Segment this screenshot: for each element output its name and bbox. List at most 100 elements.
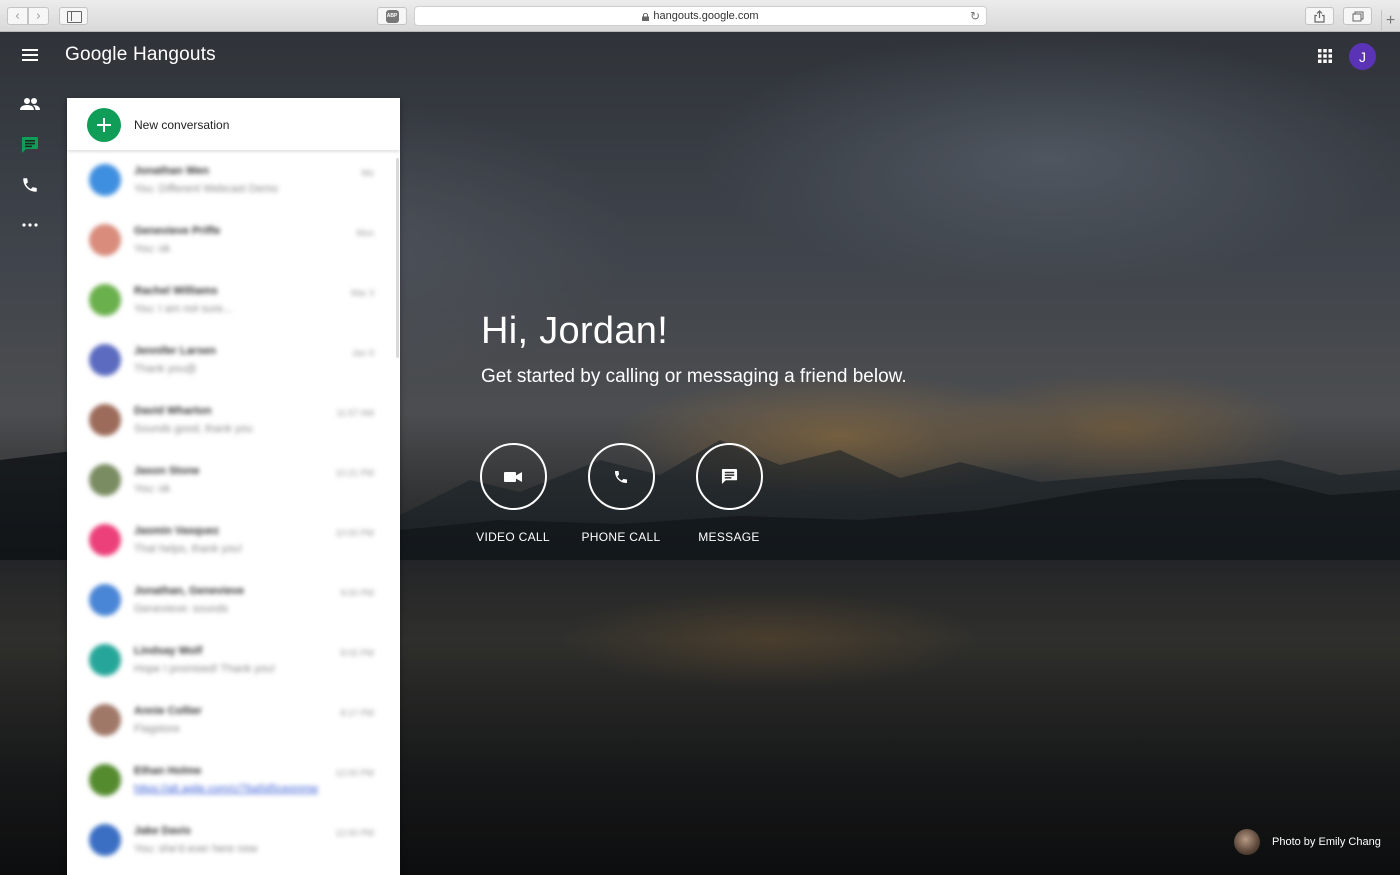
contact-avatar — [89, 284, 121, 316]
more-horiz-icon — [22, 223, 38, 227]
message-button[interactable]: MESSAGE — [684, 443, 774, 544]
conversation-item[interactable]: Jonathan Wen You: Different Webcast Demo M… — [67, 150, 400, 210]
contact-avatar — [89, 404, 121, 436]
conversation-list: Jonathan Wen You: Different Webcast Demo M… — [67, 150, 400, 870]
contact-avatar — [89, 344, 121, 376]
contact-name: Rachel Williams — [134, 285, 218, 297]
new-tab-button[interactable]: + — [1381, 10, 1399, 32]
contact-name: Jennifer Larsen — [134, 345, 216, 357]
message-time: Mar 3 — [350, 288, 374, 298]
back-button[interactable]: ‹ — [7, 7, 28, 25]
message-time: Mo — [361, 168, 374, 178]
panel-scrollbar[interactable] — [396, 158, 399, 358]
share-icon — [1314, 9, 1325, 23]
forward-button[interactable]: › — [28, 7, 49, 25]
contact-name: Jonathan, Genevieve — [134, 585, 245, 597]
message-snippet: Sounds good, thank you — [134, 423, 253, 435]
message-time: 11:57 AM — [336, 408, 374, 418]
conversation-item-content: Rachel Williams You: I am not sure... Mar … — [67, 270, 400, 330]
conversation-item[interactable]: Ethan Holme https://alt.agile.com/c/7ba5d… — [67, 750, 400, 810]
conversation-item[interactable]: Jonathan, Genevieve Genevieve: sounds 9:00… — [67, 570, 400, 630]
conversation-item-content: Lindsay Wolf Hope I promised! Thank you! 8… — [67, 630, 400, 690]
conversation-item[interactable]: Jake Davis You: she'd ever here now 12:00 … — [67, 810, 400, 870]
address-bar[interactable]: hangouts.google.com ↻ — [414, 6, 987, 26]
people-icon — [20, 98, 40, 110]
contact-name: Annie Collier — [134, 705, 202, 717]
rail-conversations[interactable] — [18, 133, 42, 157]
reload-icon[interactable]: ↻ — [970, 9, 980, 23]
chat-icon — [22, 137, 38, 153]
contact-name: Jonathan Wen — [134, 165, 209, 177]
conversation-item[interactable]: Jason Stone You: ok 10:21 PM — [67, 450, 400, 510]
contact-avatar — [89, 224, 121, 256]
new-conversation-button[interactable]: New conversation — [67, 98, 400, 150]
adblock-icon: ABP — [385, 9, 399, 23]
apps-grid-icon[interactable] — [1317, 48, 1333, 64]
conversation-item[interactable]: Jennifer Larsen Thank you@ Jan 9 — [67, 330, 400, 390]
greeting-heading: Hi, Jordan! — [481, 310, 669, 352]
message-snippet: Flagstore — [134, 723, 180, 735]
message-snippet[interactable]: https://alt.agile.com/c/7ba5d5ceonmw — [134, 783, 318, 795]
rail-more[interactable] — [18, 213, 42, 237]
message-label: MESSAGE — [698, 530, 760, 544]
contact-avatar — [89, 584, 121, 616]
message-time: Jan 9 — [351, 348, 374, 358]
conversation-item-content: Jason Stone You: ok 10:21 PM — [67, 450, 400, 510]
account-avatar[interactable]: J — [1349, 43, 1376, 70]
conversation-item[interactable]: Annie Collier Flagstore 8:17 PM — [67, 690, 400, 750]
videocam-icon — [504, 471, 522, 482]
adblock-button[interactable]: ABP — [377, 7, 407, 25]
plus-icon: + — [1385, 12, 1396, 29]
message-snippet: Thank you@ — [134, 363, 197, 375]
photo-credit[interactable]: Photo by Emily Chang — [1234, 829, 1381, 855]
forward-arrow-icon: › — [35, 8, 42, 24]
message-time: 9:00 PM — [340, 588, 374, 598]
conversation-item-content: Jake Davis You: she'd ever here now 12:00 … — [67, 810, 400, 870]
app-title: Google Hangouts — [65, 44, 216, 65]
conversation-item-content: Genevieve Priffe You: ok Mon — [67, 210, 400, 270]
contact-name: Jake Davis — [134, 825, 191, 837]
message-snippet: You: ok — [134, 483, 171, 495]
conversation-item[interactable]: David Wharton Sounds good, thank you 11:57… — [67, 390, 400, 450]
message-snippet: You: Different Webcast Demo — [134, 183, 279, 195]
contact-name: Jasmin Vasquez — [134, 525, 219, 537]
phone-icon — [23, 178, 37, 192]
conversation-item-content: Jonathan, Genevieve Genevieve: sounds 9:00… — [67, 570, 400, 630]
video-call-button[interactable]: VIDEO CALL — [468, 443, 558, 544]
rail-contacts[interactable] — [18, 92, 42, 116]
contact-avatar — [89, 644, 121, 676]
conversation-item-content: Jasmin Vasquez That helps, thank you! 10:0… — [67, 510, 400, 570]
message-time: 12:00 PM — [335, 768, 374, 778]
browser-toolbar: ‹ › ABP hangouts.google.com ↻ + — [0, 0, 1400, 32]
new-conversation-label: New conversation — [134, 118, 230, 132]
show-tabs-button[interactable] — [1343, 7, 1372, 25]
contact-avatar — [89, 464, 121, 496]
phone-call-label: PHONE CALL — [581, 530, 661, 544]
message-snippet: You: she'd ever here now — [134, 843, 258, 855]
contact-avatar — [89, 704, 121, 736]
message-icon — [721, 468, 737, 485]
conversation-item-content: Annie Collier Flagstore 8:17 PM — [67, 690, 400, 750]
phone-icon — [615, 470, 627, 483]
conversation-item[interactable]: Rachel Williams You: I am not sure... Mar … — [67, 270, 400, 330]
message-time: 10:00 PM — [335, 528, 374, 538]
message-time: 8:02 PM — [340, 648, 374, 658]
sidebar-toggle-button[interactable] — [59, 7, 88, 25]
message-snippet: Genevieve: sounds — [134, 603, 229, 615]
message-snippet: You: I am not sure... — [134, 303, 233, 315]
tabs-overview-icon — [1352, 11, 1363, 21]
share-button[interactable] — [1305, 7, 1334, 25]
conversation-item[interactable]: Jasmin Vasquez That helps, thank you! 10:0… — [67, 510, 400, 570]
greeting-subtitle: Get started by calling or messaging a fr… — [481, 366, 907, 387]
conversation-item[interactable]: Lindsay Wolf Hope I promised! Thank you! 8… — [67, 630, 400, 690]
rail-phone-calls[interactable] — [18, 173, 42, 197]
conversation-item[interactable]: Genevieve Priffe You: ok Mon — [67, 210, 400, 270]
conversation-item-content: Ethan Holme https://alt.agile.com/c/7ba5d… — [67, 750, 400, 810]
message-snippet: You: ok — [134, 243, 171, 255]
contact-avatar — [89, 824, 121, 856]
video-call-label: VIDEO CALL — [476, 530, 550, 544]
phone-call-button[interactable]: PHONE CALL — [576, 443, 666, 544]
hamburger-menu-icon[interactable] — [20, 46, 40, 64]
conversation-panel: New conversation Jonathan Wen You: Differ… — [67, 98, 400, 875]
conversation-item-content: David Wharton Sounds good, thank you 11:57… — [67, 390, 400, 450]
